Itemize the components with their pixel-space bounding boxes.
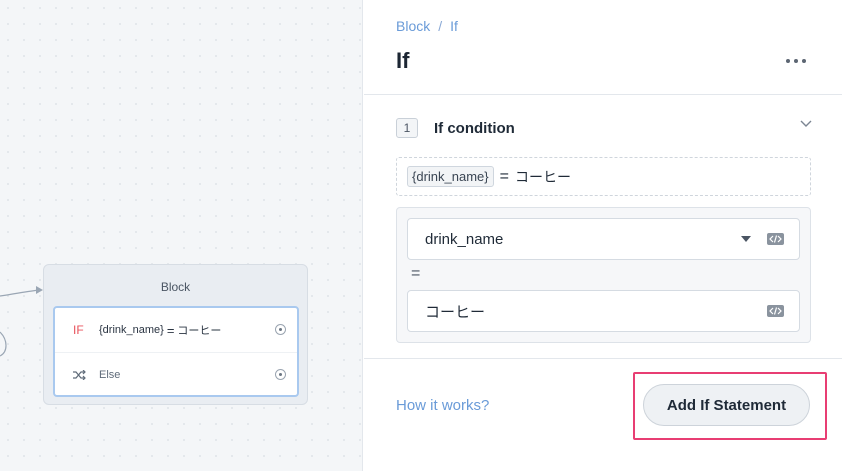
condition-number-badge: 1 <box>396 118 418 138</box>
block-node-body: IF {drink_name} = コーヒー Else <box>53 306 299 397</box>
dropdown-caret-icon[interactable] <box>741 236 751 242</box>
else-row[interactable]: Else <box>55 352 297 396</box>
if-output-port[interactable] <box>275 324 286 335</box>
divider <box>364 94 842 95</box>
if-row-value: コーヒー <box>177 325 222 337</box>
add-if-statement-button[interactable]: Add If Statement <box>643 384 810 426</box>
more-options-button[interactable] <box>786 56 806 66</box>
right-operand-input[interactable]: コーヒー <box>407 290 800 332</box>
if-row[interactable]: IF {drink_name} = コーヒー <box>55 308 297 352</box>
variable-chip: {drink_name} <box>407 166 494 187</box>
operator-select[interactable]: = <box>411 265 420 283</box>
ellipsis-icon <box>786 59 790 63</box>
else-output-port[interactable] <box>275 369 286 380</box>
code-toggle-icon[interactable] <box>767 233 784 245</box>
summary-operator: = <box>499 167 509 185</box>
code-toggle-icon[interactable] <box>767 305 784 317</box>
how-it-works-link[interactable]: How it works? <box>396 397 489 414</box>
condition-title: If condition <box>434 119 515 137</box>
summary-value: コーヒー <box>514 168 571 185</box>
breadcrumb-parent-link[interactable]: Block <box>396 18 430 34</box>
if-label: IF <box>73 323 84 337</box>
condition-editor: drink_name = コーヒー <box>396 207 811 343</box>
else-label: Else <box>99 368 121 381</box>
chevron-down-icon[interactable] <box>800 120 812 128</box>
left-operand-value: drink_name <box>425 230 504 248</box>
if-row-variable: {drink_name} <box>99 324 164 336</box>
breadcrumb-current[interactable]: If <box>450 18 458 34</box>
block-node-title: Block <box>160 280 191 294</box>
divider <box>364 358 842 359</box>
breadcrumb: Block / If <box>396 18 458 34</box>
condition-summary: {drink_name} = コーヒー <box>396 157 811 196</box>
right-operand-value: コーヒー <box>425 303 486 321</box>
properties-panel: Block / If If 1 If condition {drink_name} … <box>364 0 842 471</box>
block-node[interactable]: Block IF {drink_name} = コーヒー Else <box>43 264 308 405</box>
breadcrumb-separator: / <box>438 18 443 34</box>
shuffle-icon <box>73 369 99 380</box>
flow-canvas[interactable]: Block IF {drink_name} = コーヒー Else <box>0 0 363 471</box>
left-operand-select[interactable]: drink_name <box>407 218 800 260</box>
condition-header[interactable]: 1 If condition <box>396 117 812 139</box>
if-row-operator: = <box>166 322 175 338</box>
page-title: If <box>396 48 410 73</box>
